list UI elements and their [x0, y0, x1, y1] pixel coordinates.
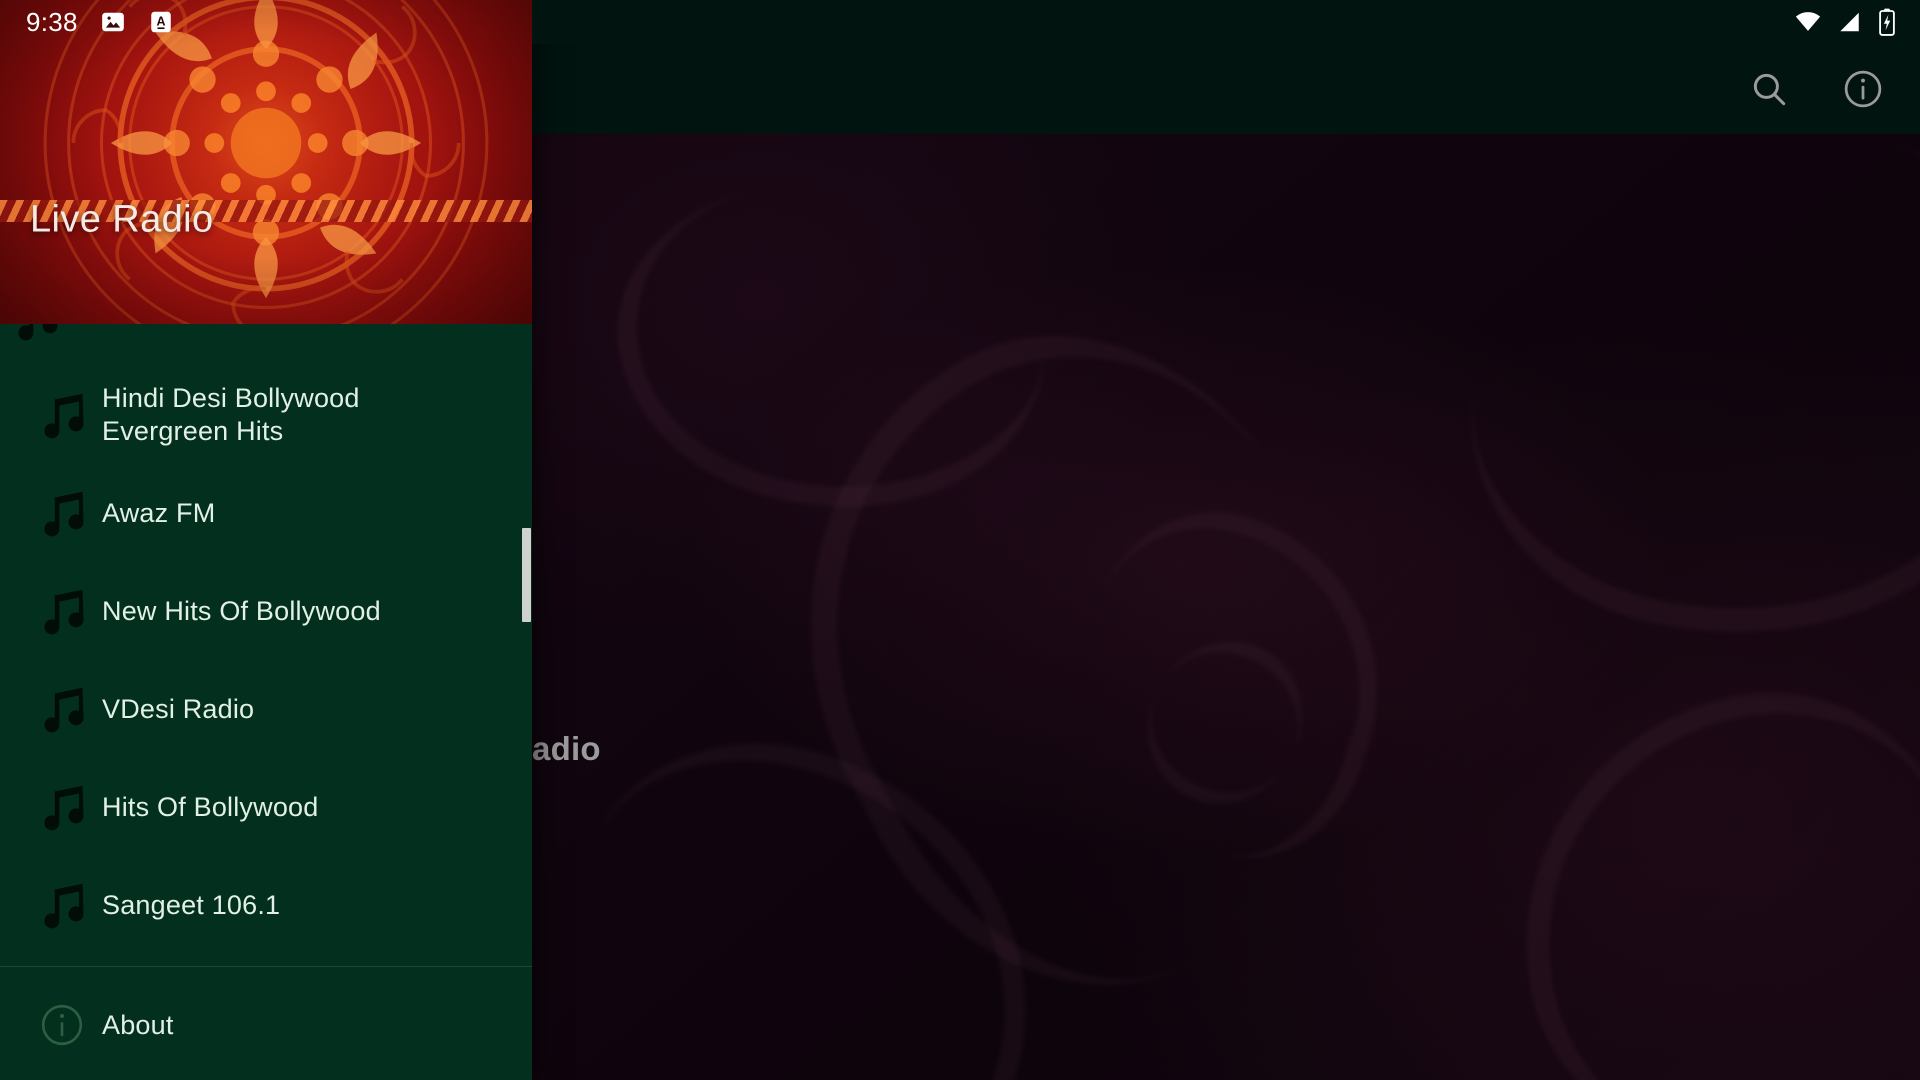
drawer-item-label: Hits Of Bollywood	[102, 791, 319, 822]
music-note-icon	[26, 876, 98, 934]
drawer-item-station-5[interactable]: Sangeet 106.1	[0, 856, 532, 954]
paisley-swirl-decor	[1432, 67, 1920, 693]
drawer-item-label: Awaz FM	[102, 497, 216, 528]
navigation-drawer: Live Radio Hindi Desi Bollywood Evergree…	[0, 0, 532, 1080]
app-screen: ndia Radio	[0, 0, 1920, 1080]
drawer-divider	[0, 966, 532, 967]
drawer-item-station-4[interactable]: Hits Of Bollywood	[0, 758, 532, 856]
drawer-item-station-2[interactable]: New Hits Of Bollywood	[0, 562, 532, 660]
info-icon[interactable]	[1840, 66, 1886, 112]
search-icon[interactable]	[1746, 66, 1792, 112]
drawer-item-station-1[interactable]: Awaz FM	[0, 464, 532, 562]
drawer-list: Hindi Desi Bollywood Evergreen Hits Awaz…	[0, 324, 532, 966]
drawer-item-label: New Hits Of Bollywood	[102, 595, 381, 626]
list-item-partial[interactable]	[0, 324, 532, 366]
drawer-item-label: VDesi Radio	[102, 693, 255, 724]
info-circle-icon	[26, 1001, 98, 1049]
header-vignette	[0, 0, 532, 324]
music-note-icon	[26, 386, 98, 444]
drawer-header: Live Radio	[0, 0, 532, 324]
drawer-items: Hindi Desi Bollywood Evergreen Hits Awaz…	[0, 366, 532, 954]
music-note-icon	[26, 582, 98, 640]
app-bar-actions	[1746, 44, 1886, 134]
drawer-item-label: Sangeet 106.1	[102, 889, 281, 920]
drawer-title: Live Radio	[30, 198, 214, 241]
music-note-icon	[26, 680, 98, 738]
drawer-item-station-3[interactable]: VDesi Radio	[0, 660, 532, 758]
drawer-item-label: Hindi Desi Bollywood Evergreen Hits	[102, 383, 360, 446]
music-note-icon	[26, 778, 98, 836]
paisley-swirl-decor	[1480, 658, 1920, 1080]
drawer-item-label: About	[102, 1009, 174, 1040]
drawer-item-about[interactable]: About	[0, 975, 532, 1075]
music-note-icon	[26, 484, 98, 542]
music-note-icon	[0, 324, 72, 346]
drawer-item-station-0[interactable]: Hindi Desi Bollywood Evergreen Hits	[0, 366, 532, 464]
drawer-scrollbar-thumb[interactable]	[522, 528, 531, 622]
